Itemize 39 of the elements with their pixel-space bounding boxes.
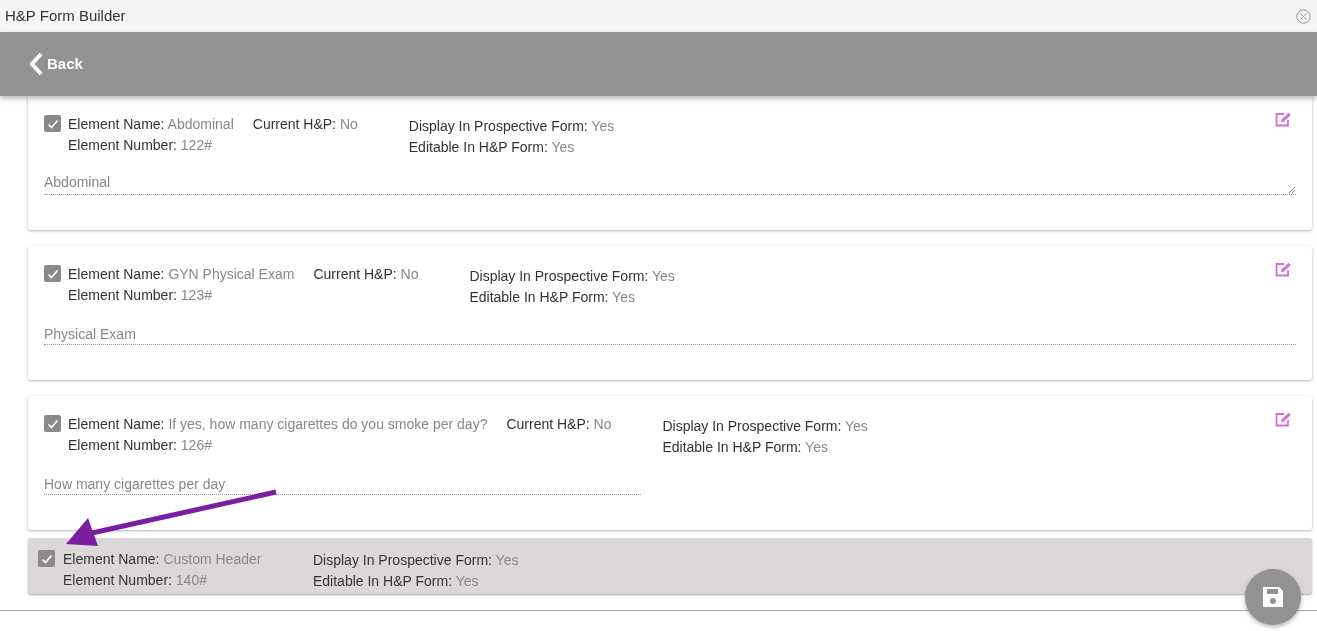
element-name: Element Name: Custom Header <box>63 550 263 569</box>
save-button[interactable] <box>1245 569 1301 625</box>
element-name: Element Name: GYN Physical Exam <box>68 265 295 284</box>
element-number: Element Number: 122# <box>68 136 213 155</box>
display-in-prospective-form: Display In Prospective Form: Yes <box>313 551 519 570</box>
element-number: Element Number: 123# <box>68 286 213 305</box>
checkmark-icon <box>46 417 59 430</box>
edit-icon[interactable] <box>1275 412 1292 427</box>
back-button[interactable]: Back <box>28 52 83 76</box>
window-title: H&P Form Builder <box>5 5 126 26</box>
input-field[interactable]: How many cigarettes per day <box>44 473 641 495</box>
checkmark-icon <box>46 117 59 130</box>
element-name: Element Name: Abdominal <box>68 115 234 134</box>
checkbox[interactable] <box>44 415 61 432</box>
resize-handle-icon[interactable] <box>1289 187 1295 193</box>
display-in-prospective-form: Display In Prospective Form: Yes <box>408 117 615 136</box>
edit-icon[interactable] <box>1275 262 1292 277</box>
current-hp: Current H&P: No <box>313 266 419 282</box>
close-icon[interactable] <box>1296 8 1311 24</box>
current-hp: Current H&P: No <box>506 416 612 432</box>
edit-icon[interactable] <box>1275 112 1292 127</box>
element-name: Element Name: If yes, how many cigarettes do you smoke per day? <box>68 415 488 434</box>
checkmark-icon <box>40 552 53 565</box>
element-number: Element Number: 140# <box>63 571 208 590</box>
display-in-prospective-form: Display In Prospective Form: Yes <box>469 267 675 286</box>
editable-in-hp-form: Editable In H&P Form: Yes <box>662 438 829 457</box>
element-number: Element Number: 126# <box>68 436 213 455</box>
checkbox[interactable] <box>44 265 61 282</box>
current-hp: Current H&P: No <box>252 116 358 132</box>
checkmark-icon <box>46 267 59 280</box>
display-in-prospective-form: Display In Prospective Form: Yes <box>662 417 868 436</box>
text-area[interactable]: Abdominal <box>44 173 1296 195</box>
checkbox[interactable] <box>44 115 61 132</box>
checkbox[interactable] <box>38 550 55 567</box>
chevron-left-icon <box>28 52 44 76</box>
editable-in-hp-form: Editable In H&P Form: Yes <box>408 138 576 157</box>
editable-in-hp-form: Editable In H&P Form: Yes <box>313 572 480 591</box>
editable-in-hp-form: Editable In H&P Form: Yes <box>469 288 636 307</box>
input-field[interactable]: Physical Exam <box>44 323 1296 345</box>
